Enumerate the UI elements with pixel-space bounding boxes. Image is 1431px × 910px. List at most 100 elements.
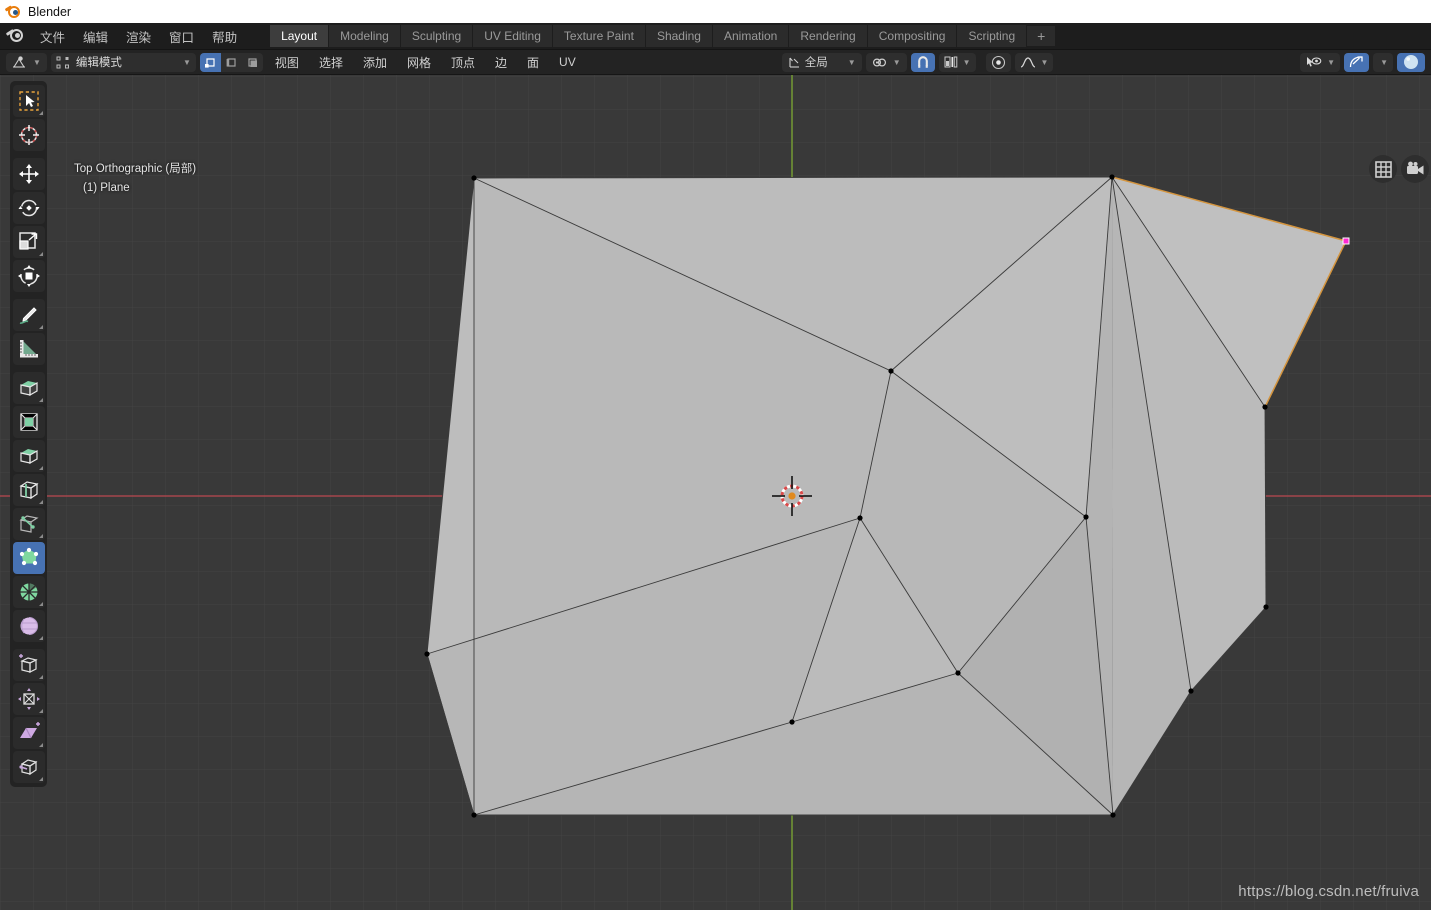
scale-icon xyxy=(18,232,37,250)
tool-submenu-indicator xyxy=(38,111,43,115)
gizmo-toggle[interactable] xyxy=(1344,52,1370,72)
transform-tool[interactable] xyxy=(12,260,45,292)
tool-submenu-indicator xyxy=(38,252,43,256)
measure-tool[interactable] xyxy=(12,333,45,365)
viewport-shading-rendered[interactable] xyxy=(1397,52,1425,72)
chevron-down-icon: ▼ xyxy=(33,57,41,67)
tab-rendering[interactable]: Rendering xyxy=(789,25,868,47)
rotate-tool[interactable] xyxy=(12,192,45,224)
visibility-selectability-dropdown[interactable]: ▼ xyxy=(1300,52,1341,72)
tab-compositing[interactable]: Compositing xyxy=(867,25,958,47)
rip-region-icon xyxy=(18,759,37,776)
tool-submenu-indicator xyxy=(38,466,43,470)
tool-submenu-indicator xyxy=(38,743,43,747)
interaction-mode-dropdown[interactable]: 编辑模式 ▼ xyxy=(50,52,196,72)
transform-orientation-dropdown[interactable]: 全局 ▼ xyxy=(781,52,862,72)
annotate-tool[interactable] xyxy=(12,299,45,331)
blender-menu-icon[interactable] xyxy=(5,27,26,45)
viewport-menu-view[interactable]: 视图 xyxy=(267,52,307,73)
cursor-tool[interactable] xyxy=(12,119,45,151)
add-workspace-tab-button[interactable]: + xyxy=(1027,26,1056,46)
gizmo-dropdown[interactable]: ▼ xyxy=(1373,52,1393,72)
rip-region-tool[interactable] xyxy=(12,751,45,783)
edge-select-mode[interactable] xyxy=(221,53,242,72)
tab-sculpting[interactable]: Sculpting xyxy=(400,25,474,47)
menu-help[interactable]: 帮助 xyxy=(203,24,246,49)
snap-increment-icon xyxy=(944,56,957,68)
watermark: https://blog.csdn.net/fruiva xyxy=(1238,883,1419,900)
bevel-tool[interactable] xyxy=(12,440,45,472)
inset-faces-tool[interactable] xyxy=(12,406,45,438)
edit-mode-icon xyxy=(56,56,69,68)
3d-viewport[interactable] xyxy=(0,75,1431,910)
chevron-down-icon: ▼ xyxy=(1380,57,1388,67)
loop-cut-tool[interactable] xyxy=(12,474,45,506)
transform-icon xyxy=(17,265,40,287)
tab-animation[interactable]: Animation xyxy=(712,25,790,47)
vertex-select-mode[interactable] xyxy=(199,52,221,72)
tab-uv-editing[interactable]: UV Editing xyxy=(473,25,553,47)
falloff-curve-icon xyxy=(1020,56,1035,68)
proportional-editing-toggle[interactable] xyxy=(985,52,1011,72)
extrude-region-tool[interactable] xyxy=(12,372,45,404)
shrink-fatten-tool[interactable] xyxy=(12,683,45,715)
tool-submenu-indicator xyxy=(38,675,43,679)
tab-layout[interactable]: Layout xyxy=(270,25,330,47)
knife-icon xyxy=(18,515,39,533)
tab-texture-paint[interactable]: Texture Paint xyxy=(552,25,646,47)
chevron-down-icon: ▼ xyxy=(847,57,856,67)
editor-type-selector[interactable]: ▼ xyxy=(6,52,47,72)
menu-window[interactable]: 窗口 xyxy=(160,24,203,49)
viewport-nav-icons xyxy=(1369,155,1429,183)
chevron-down-icon: ▼ xyxy=(1040,57,1049,67)
pivot-point-dropdown[interactable]: ▼ xyxy=(865,52,907,72)
tab-shading[interactable]: Shading xyxy=(645,25,713,47)
shear-tool[interactable] xyxy=(12,717,45,749)
move-tool[interactable] xyxy=(12,158,45,190)
annotate-pencil-icon xyxy=(19,307,37,324)
face-select-mode[interactable] xyxy=(242,53,263,72)
toggle-grid-icon[interactable] xyxy=(1369,155,1397,183)
proportional-falloff-dropdown[interactable]: ▼ xyxy=(1014,52,1054,72)
scale-tool[interactable] xyxy=(12,226,45,258)
viewport-menu-add[interactable]: 添加 xyxy=(355,52,395,73)
main-area: Top Orthographic (局部) (1) Plane https://… xyxy=(0,75,1431,910)
viewport-menu-face[interactable]: 面 xyxy=(519,52,547,73)
inset-faces-icon xyxy=(19,413,38,431)
mesh-select-mode-group xyxy=(199,52,263,72)
edge-slide-tool[interactable] xyxy=(12,649,45,681)
viewport-menu-vertex[interactable]: 顶点 xyxy=(443,52,483,73)
spin-tool[interactable] xyxy=(12,576,45,608)
pivot-point-icon xyxy=(872,57,886,67)
spin-icon xyxy=(20,583,37,601)
menu-render[interactable]: 渲染 xyxy=(117,24,160,49)
tab-scripting[interactable]: Scripting xyxy=(957,25,1028,47)
tool-submenu-indicator xyxy=(38,534,43,538)
top-bar: 文件 编辑 渲染 窗口 帮助 Layout Modeling Sculpting… xyxy=(0,23,1431,50)
smooth-tool[interactable] xyxy=(12,610,45,642)
orientation-axis-icon xyxy=(789,57,799,68)
menu-edit[interactable]: 编辑 xyxy=(74,24,117,49)
face-select-icon xyxy=(248,57,257,67)
tab-modeling[interactable]: Modeling xyxy=(329,25,401,47)
shading-sphere-icon xyxy=(1404,55,1418,69)
menu-file[interactable]: 文件 xyxy=(31,24,74,49)
viewport-menu-uv[interactable]: UV xyxy=(551,53,584,71)
tweak-select-box-tool[interactable] xyxy=(12,85,45,117)
snap-toggle[interactable] xyxy=(910,52,935,72)
knife-tool[interactable] xyxy=(12,508,45,540)
viewport-menu-edge[interactable]: 边 xyxy=(487,52,515,73)
eye-cursor-icon xyxy=(1307,57,1322,67)
chevron-down-icon: ▼ xyxy=(183,57,191,67)
window-title-bar: Blender xyxy=(0,0,1431,23)
snap-target-dropdown[interactable]: ▼ xyxy=(938,52,976,72)
gizmo-arrow-icon xyxy=(1349,56,1363,68)
viewport-menu-select[interactable]: 选择 xyxy=(311,52,351,73)
move-arrows-icon xyxy=(18,164,39,184)
camera-view-icon[interactable] xyxy=(1401,155,1429,183)
poly-build-tool[interactable] xyxy=(12,542,45,574)
tool-submenu-indicator xyxy=(38,709,43,713)
viewport-menu-mesh[interactable]: 网格 xyxy=(399,52,439,73)
rotate-icon xyxy=(18,199,39,217)
workspace-tabs: Layout Modeling Sculpting UV Editing Tex… xyxy=(270,25,1056,47)
